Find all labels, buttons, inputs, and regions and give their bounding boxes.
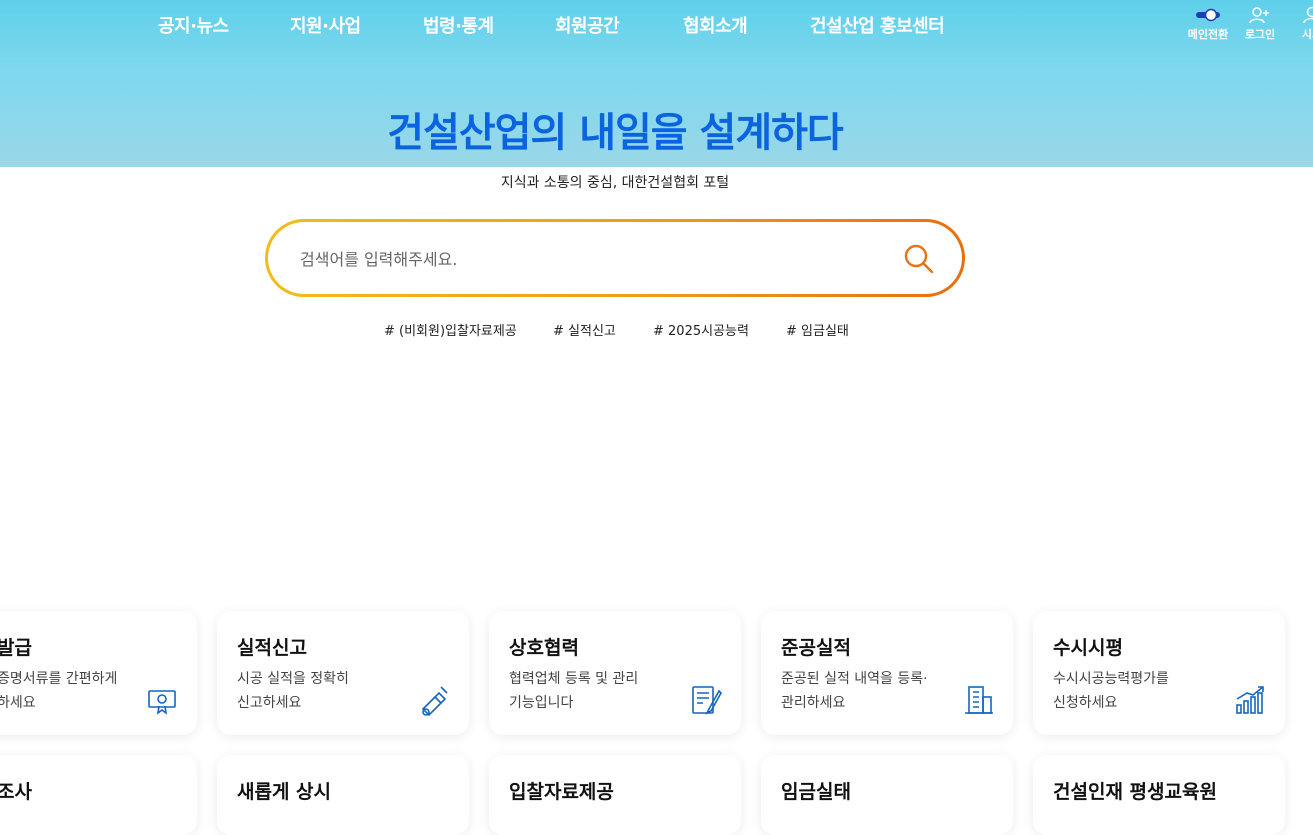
service-card-row2-2[interactable]: 새롭게 상시 [217,755,469,835]
popular-tags: # (비회원)입찰자료제공 # 실적신고 # 2025시공능력 # 임금실태 [0,320,1313,340]
card-title: 실적신고 [237,633,307,660]
login-button[interactable]: 로그인 [1235,6,1285,42]
service-card-mutual-cooperation[interactable]: 상호협력 협력업체 등록 및 관리 기능입니다 [489,611,741,735]
user-icon [1287,6,1313,24]
nav-item-member-space[interactable]: 회원공간 [555,12,619,38]
service-card-ad-hoc-evaluation[interactable]: 수시시평 수시시공능력평가를 신청하세요 [1033,611,1285,735]
tag-bid-data[interactable]: # (비회원)입찰자료제공 [384,320,517,339]
service-card-performance-report[interactable]: 실적신고 시공 실적을 정확히 신고하세요 [217,611,469,735]
page-headline: 건설산업의 내일을 설계하다 [0,100,1230,158]
tag-performance-report[interactable]: # 실적신고 [553,320,616,339]
page-subtitle: 지식과 소통의 중심, 대한건설협회 포털 [0,172,1230,192]
sitemap-label: 시의 [1302,28,1313,41]
nav-item-association-intro[interactable]: 협회소개 [683,12,747,38]
sitemap-button[interactable]: 시의 [1287,6,1313,42]
hero-banner: 공지·뉴스 지원·사업 법령·통계 회원공간 협회소개 건설산업 홍보센터 메인… [0,0,1313,167]
nav-item-support-business[interactable]: 지원·사업 [290,12,361,38]
card-title: 입찰자료제공 [509,777,614,804]
card-title: 발급 [0,633,32,660]
growth-chart-icon [1233,683,1267,717]
login-label: 로그인 [1245,28,1275,41]
tag-construction-capacity[interactable]: # 2025시공능력 [653,320,749,339]
service-card-issuance[interactable]: 발급 증명서류를 간편하게 하세요 [0,611,197,735]
card-description: 시공 실적을 정확히 신고하세요 [237,667,412,715]
service-card-row2-3[interactable]: 입찰자료제공 [489,755,741,835]
card-title: 새롭게 상시 [237,777,331,804]
toggle-icon [1183,6,1233,24]
card-title: 조사 [0,777,32,804]
nav-item-law-statistics[interactable]: 법령·통계 [423,12,494,38]
nav-item-pr-center[interactable]: 건설산업 홍보센터 [810,12,944,38]
global-nav: 공지·뉴스 지원·사업 법령·통계 회원공간 협회소개 건설산업 홍보센터 [0,12,1000,40]
utility-menu: 메인전환 로그인 시의 [1183,6,1313,46]
card-title: 상호협력 [509,633,579,660]
nav-item-notice-news[interactable]: 공지·뉴스 [158,12,229,38]
document-pen-icon [689,683,723,717]
search-icon [902,242,936,276]
search-box [265,219,965,297]
card-title: 건설인재 평생교육원 [1053,777,1217,804]
card-description: 증명서류를 간편하게 하세요 [0,667,147,715]
service-card-row2-1[interactable]: 조사 [0,755,197,835]
card-description: 협력업체 등록 및 관리 기능입니다 [509,667,684,715]
card-title: 준공실적 [781,633,851,660]
user-add-icon [1235,6,1285,24]
card-title: 수시시평 [1053,633,1123,660]
card-description: 수시시공능력평가를 신청하세요 [1053,667,1228,715]
service-card-row2-5[interactable]: 건설인재 평생교육원 [1033,755,1285,835]
certificate-icon [145,683,179,717]
building-icon [961,683,995,717]
search-input[interactable] [298,222,882,296]
main-switch-button[interactable]: 메인전환 [1183,6,1233,42]
service-card-completion-record[interactable]: 준공실적 준공된 실적 내역을 등록· 관리하세요 [761,611,1013,735]
search-button[interactable] [902,242,936,276]
card-title: 임금실태 [781,777,851,804]
main-switch-label: 메인전환 [1188,28,1228,41]
search-box-inner [268,222,962,294]
service-card-row2-4[interactable]: 임금실태 [761,755,1013,835]
card-description: 준공된 실적 내역을 등록· 관리하세요 [781,667,956,715]
tag-wage-survey[interactable]: # 임금실태 [786,320,849,339]
scroll-pen-icon [417,683,451,717]
